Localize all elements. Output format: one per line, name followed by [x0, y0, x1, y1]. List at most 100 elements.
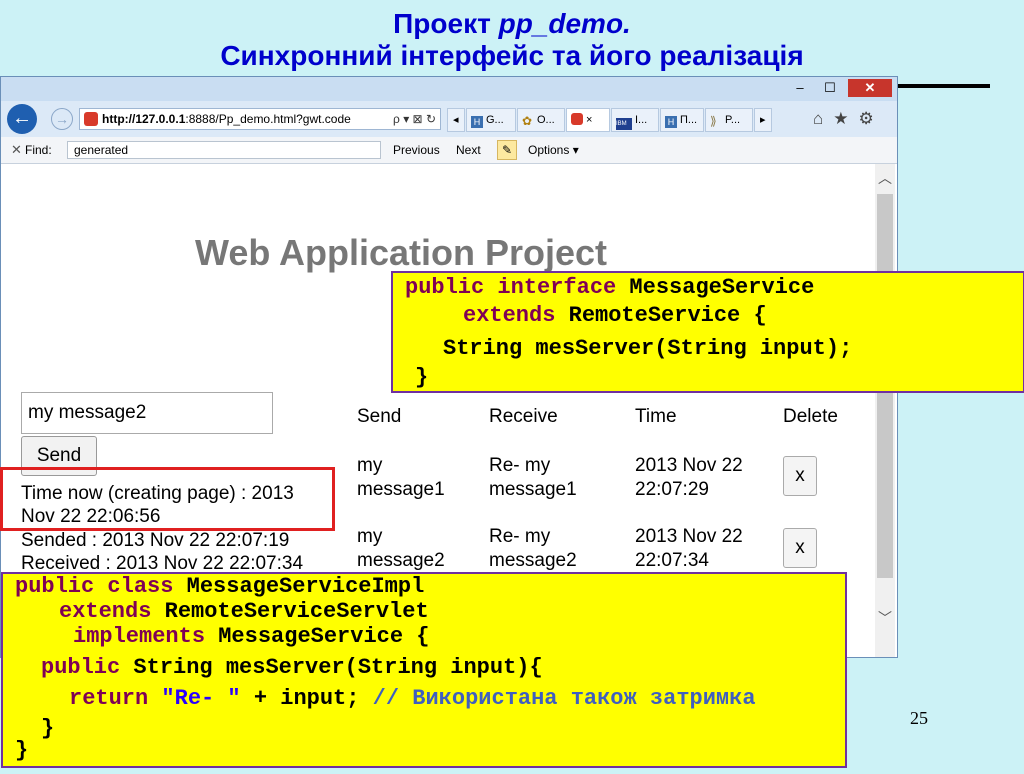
code-text: MessageService [616, 275, 815, 300]
find-next-button[interactable]: Next [456, 143, 481, 157]
row-send-line-1: my [357, 455, 383, 476]
tab-close-icon[interactable]: × [586, 114, 592, 126]
tab-5[interactable]: H П... [660, 108, 704, 132]
tab-ibm-icon: IBM [616, 118, 632, 130]
tab-page-icon: H [665, 116, 677, 128]
delete-button[interactable]: x [783, 528, 817, 568]
column-header-delete: Delete [783, 406, 838, 427]
close-window-button[interactable]: ✕ [848, 79, 892, 97]
tab-scroll-left-icon[interactable]: ◂ [447, 108, 465, 132]
address-tools-icons[interactable]: ρ ▾ ⊠ ↻ [390, 109, 436, 129]
code-text: MessageServiceImpl [173, 574, 425, 599]
find-previous-button[interactable]: Previous [393, 143, 440, 157]
row-send-line-1: my [357, 526, 383, 547]
code-keyword: implements [73, 624, 206, 649]
slide-title-project: pp_demo. [498, 8, 631, 39]
sended-time: Sended : 2013 Nov 22 22:07:19 [21, 530, 290, 551]
delete-button[interactable]: x [783, 456, 817, 496]
url-host: http://127.0.0.1 [102, 112, 186, 126]
code-line: String mesServer(String input); [443, 336, 853, 361]
code-keyword: public [41, 655, 121, 680]
code-keyword: extends [463, 303, 556, 328]
column-header-receive: Receive [489, 406, 558, 427]
code-line: implements MessageService { [73, 624, 429, 649]
find-options-button[interactable]: Options ▾ [528, 143, 579, 157]
decorative-line [895, 84, 990, 88]
navigation-bar: ← → http://127.0.0.1:8888/Pp_demo.html?g… [1, 101, 897, 137]
tab-scroll-right-icon[interactable]: ▸ [754, 108, 772, 132]
forward-arrow-icon[interactable]: → [51, 108, 73, 130]
code-text: RemoteServiceServlet [151, 599, 429, 624]
tab-2[interactable]: ✿ O... [517, 108, 565, 132]
message-input[interactable]: my message2 [21, 392, 273, 434]
tab-gear-icon: ✿ [522, 114, 533, 128]
highlight-pencil-icon[interactable]: ✎ [497, 140, 517, 160]
tab-1[interactable]: H G... [466, 108, 516, 132]
tab-favicon-icon [571, 113, 583, 125]
address-bar[interactable]: http://127.0.0.1:8888/Pp_demo.html?gwt.c… [79, 108, 441, 130]
code-keyword: public class [15, 574, 174, 599]
minimize-button[interactable]: – [786, 79, 814, 97]
scroll-down-icon[interactable]: ﹀ [878, 608, 892, 628]
code-text: String mesServer(String input){ [120, 655, 543, 680]
row-receive-line-2: message1 [489, 479, 577, 500]
code-line: public interface MessageService [405, 275, 814, 300]
tab-6[interactable]: ⟫ P... [705, 108, 753, 132]
find-input[interactable]: generated [67, 141, 381, 159]
row-time-line-1: 2013 Nov 22 [635, 455, 743, 476]
code-comment: // Використана також затримка [372, 686, 756, 711]
code-line: public class MessageServiceImpl [15, 574, 424, 599]
row-send-line-2: message2 [357, 550, 445, 571]
maximize-button[interactable]: ☐ [816, 79, 844, 97]
row-send-line-2: message1 [357, 479, 445, 500]
row-time-line-2: 22:07:34 [635, 550, 709, 571]
row-receive-line-1: Re- my [489, 526, 551, 547]
code-text: MessageService { [205, 624, 430, 649]
interface-code-block: public interface MessageService extends … [391, 271, 1024, 393]
code-keyword: return [69, 686, 149, 711]
code-line: return "Re- " + input; // Використана та… [69, 686, 756, 711]
tab-label: I... [635, 114, 648, 126]
vertical-scrollbar[interactable]: ︿ ﹀ [875, 164, 895, 657]
find-bar: ✕ Find: generated Previous Next ✎ Option… [1, 137, 897, 164]
implementation-code-block: public class MessageServiceImpl extends … [1, 572, 847, 768]
column-header-time: Time [635, 406, 677, 427]
page-number: 25 [910, 708, 928, 728]
code-text: + input; [240, 686, 373, 711]
tab-label: П... [680, 114, 698, 126]
tab-4[interactable]: IBM I... [611, 108, 659, 132]
slide-title-prefix: Проект [393, 8, 499, 39]
app-title: Web Application Project [195, 232, 608, 273]
tab-page-icon: H [471, 116, 483, 128]
code-keyword: public interface [405, 275, 617, 300]
row-receive-line-1: Re- my [489, 455, 551, 476]
code-keyword: extends [59, 599, 152, 624]
find-close-icon[interactable]: ✕ [11, 142, 22, 158]
tab-active[interactable]: × [566, 108, 610, 132]
row-receive-line-2: message2 [489, 550, 577, 571]
tab-label: P... [725, 114, 741, 126]
row-time-line-1: 2013 Nov 22 [635, 526, 743, 547]
scroll-up-icon[interactable]: ︿ [878, 168, 892, 188]
code-line: extends RemoteService { [463, 303, 767, 328]
tab-label: G... [486, 114, 504, 126]
favicon-icon [84, 112, 98, 126]
code-line: extends RemoteServiceServlet [59, 599, 429, 624]
toolbar-home-star-gear-icons[interactable]: ⌂★⚙ [813, 109, 884, 129]
code-line: } [41, 716, 55, 741]
tab-page-icon: ⟫ [710, 114, 717, 128]
code-line: } [15, 738, 29, 763]
back-arrow-icon[interactable]: ← [7, 104, 37, 134]
title-bar: – ☐ ✕ [1, 77, 897, 101]
find-label: Find: [25, 143, 52, 157]
slide-subtitle: Синхронний інтерфейс та його реалізація [220, 40, 804, 71]
highlight-frame [0, 467, 335, 531]
code-string: "Re- " [161, 686, 241, 711]
tab-label: O... [537, 114, 555, 126]
column-header-send: Send [357, 406, 402, 427]
code-line: } [415, 365, 429, 390]
url-path: :8888/Pp_demo.html?gwt.code [185, 112, 351, 126]
code-text: RemoteService { [555, 303, 767, 328]
code-line: public String mesServer(String input){ [41, 655, 543, 680]
slide-title: Проект pp_demo. [0, 8, 1024, 40]
